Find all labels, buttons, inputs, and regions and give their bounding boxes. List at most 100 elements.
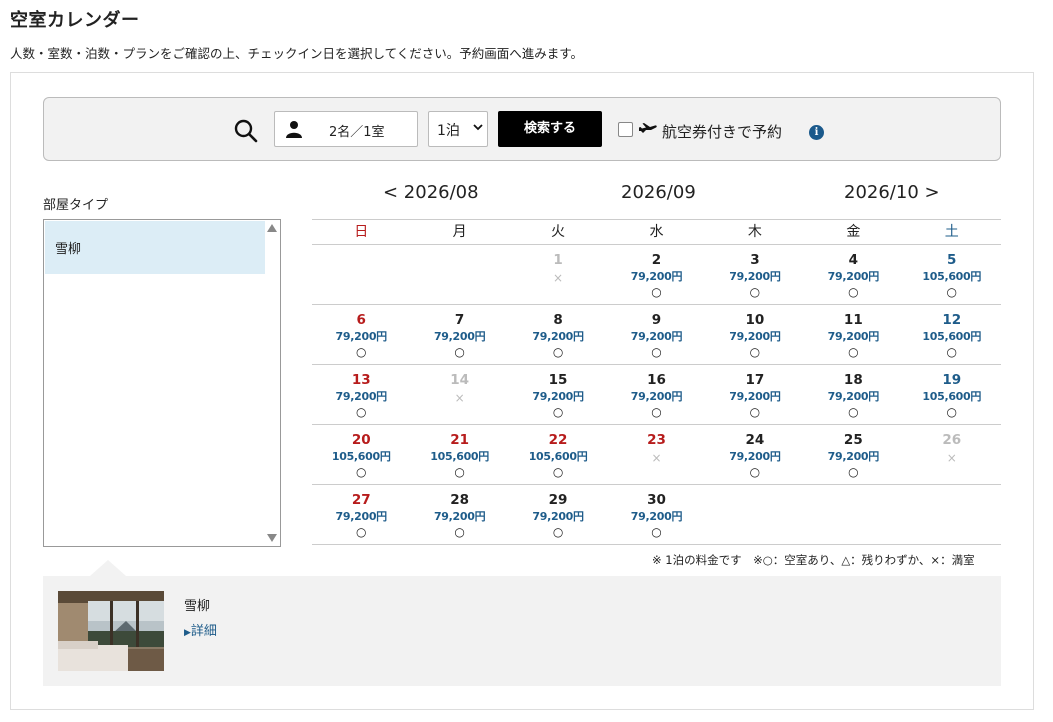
guests-rooms-selector[interactable]: 2名／1室	[274, 111, 418, 147]
calendar-day-cell[interactable]: 2 79,200円 ○	[607, 245, 705, 304]
weekday-mon: 月	[452, 224, 467, 240]
day-price: 79,200円	[630, 390, 683, 403]
day-price: 105,600円	[922, 390, 982, 403]
day-price: 79,200円	[335, 390, 388, 403]
day-number: 1	[553, 252, 563, 268]
day-price: 79,200円	[827, 270, 880, 283]
available-mark: ○	[651, 285, 662, 299]
weekday-tue: 火	[551, 224, 566, 240]
available-mark: ○	[651, 405, 662, 419]
flight-option-label[interactable]: 航空券付きで予約	[662, 121, 782, 142]
available-mark: ○	[355, 525, 367, 539]
sold-out-mark: ×	[651, 451, 662, 465]
calendar-day-cell[interactable]: 27 79,200円 ○	[312, 485, 410, 544]
day-number: 4	[848, 252, 859, 268]
available-mark: ○	[454, 525, 465, 539]
info-icon[interactable]: i	[809, 125, 824, 140]
day-number: 3	[750, 252, 760, 268]
calendar-day-cell	[903, 485, 1001, 544]
room-photo[interactable]	[58, 591, 164, 671]
day-number: 21	[450, 432, 470, 448]
day-number: 18	[843, 372, 863, 388]
search-button[interactable]: 検索する	[498, 111, 602, 147]
calendar-day-cell	[706, 485, 804, 544]
room-type-list[interactable]: 雪柳	[43, 219, 281, 547]
room-type-item[interactable]: 雪柳	[45, 221, 265, 274]
calendar-day-cell[interactable]: 11 79,200円 ○	[804, 305, 902, 364]
calendar-day-cell[interactable]: 15 79,200円 ○	[509, 365, 607, 424]
calendar-day-cell[interactable]: 6 79,200円 ○	[312, 305, 410, 364]
detail-room-name: 雪柳	[184, 599, 211, 614]
calendar-day-cell: 1 ×	[509, 245, 607, 304]
calendar-day-cell[interactable]: 30 79,200円 ○	[607, 485, 705, 544]
available-mark: ○	[651, 345, 662, 359]
next-month-link[interactable]: 2026/10 >	[844, 182, 940, 203]
calendar-day-cell[interactable]: 29 79,200円 ○	[509, 485, 607, 544]
calendar-day-cell[interactable]: 28 79,200円 ○	[410, 485, 508, 544]
calendar-day-cell[interactable]: 3 79,200円 ○	[706, 245, 804, 304]
day-number: 12	[942, 312, 962, 328]
calendar-day-cell[interactable]: 18 79,200円 ○	[804, 365, 902, 424]
calendar-day-cell	[804, 485, 902, 544]
day-price: 79,200円	[827, 450, 880, 463]
calendar-day-cell[interactable]: 16 79,200円 ○	[607, 365, 705, 424]
calendar-day-cell[interactable]: 9 79,200円 ○	[607, 305, 705, 364]
day-number: 8	[553, 312, 563, 328]
nights-select[interactable]: 1泊	[428, 111, 488, 147]
calendar-day-cell[interactable]: 19 105,600円 ○	[903, 365, 1001, 424]
weekday-fri: 金	[846, 224, 861, 240]
available-mark: ○	[749, 285, 761, 299]
day-price: 79,200円	[532, 390, 584, 403]
calendar-day-cell[interactable]: 7 79,200円 ○	[410, 305, 508, 364]
calendar-day-cell[interactable]: 4 79,200円 ○	[804, 245, 902, 304]
day-number: 10	[745, 312, 765, 328]
calendar-day-cell[interactable]: 5 105,600円 ○	[903, 245, 1001, 304]
current-month-label: 2026/09	[621, 182, 696, 203]
calendar-day-cell[interactable]: 10 79,200円 ○	[706, 305, 804, 364]
room-detail-link-label: 詳細	[190, 624, 217, 639]
calendar-day-cell[interactable]: 24 79,200円 ○	[706, 425, 804, 484]
prev-month-link[interactable]: < 2026/08	[383, 182, 479, 203]
day-price: 79,200円	[729, 450, 781, 463]
calendar-week-row: 13 79,200円 ○ 14 × 15 79,200円 ○ 16 79,200円 ○ 17 79,20…	[312, 365, 1001, 425]
day-price: 79,200円	[630, 330, 683, 343]
day-number: 14	[450, 372, 470, 388]
page-subtitle: 人数・室数・泊数・プランをご確認の上、チェックイン日を選択してください。予約画面…	[10, 46, 584, 61]
calendar-day-cell[interactable]: 22 105,600円 ○	[509, 425, 607, 484]
scroll-down-arrow-icon[interactable]	[267, 534, 277, 542]
available-mark: ○	[749, 465, 761, 479]
nights-value: 1泊	[437, 123, 460, 139]
chevron-down-icon	[473, 124, 483, 131]
calendar-day-cell[interactable]: 17 79,200円 ○	[706, 365, 804, 424]
search-icon[interactable]	[233, 118, 259, 144]
airplane-icon	[639, 123, 657, 133]
available-mark: ○	[552, 465, 564, 479]
day-number: 19	[942, 372, 962, 388]
available-mark: ○	[848, 345, 859, 359]
calendar-day-cell[interactable]: 25 79,200円 ○	[804, 425, 902, 484]
available-mark: ○	[946, 285, 957, 299]
available-mark: ○	[946, 405, 957, 419]
calendar-day-cell[interactable]: 8 79,200円 ○	[509, 305, 607, 364]
calendar-day-cell: 14 ×	[410, 365, 508, 424]
calendar-day-cell[interactable]: 21 105,600円 ○	[410, 425, 508, 484]
scroll-up-arrow-icon[interactable]	[267, 224, 277, 232]
sold-out-mark: ×	[553, 271, 564, 285]
calendar-day-cell[interactable]: 20 105,600円 ○	[312, 425, 410, 484]
day-number: 24	[745, 432, 765, 448]
calendar-week-row: 1 × 2 79,200円 ○ 3 79,200円 ○ 4 79,200円 ○ 5 105,600円 ○	[312, 245, 1001, 305]
day-price: 79,200円	[433, 330, 486, 343]
calendar-day-cell[interactable]: 12 105,600円 ○	[903, 305, 1001, 364]
calendar-day-cell	[312, 245, 410, 304]
calendar-day-cell[interactable]: 13 79,200円 ○	[312, 365, 410, 424]
weekday-sun: 日	[354, 224, 369, 240]
flight-checkbox[interactable]	[618, 122, 633, 137]
day-number: 26	[942, 432, 962, 448]
day-price: 79,200円	[827, 330, 880, 343]
room-detail-link[interactable]: ▶詳細	[184, 620, 217, 639]
available-mark: ○	[355, 405, 367, 419]
available-mark: ○	[454, 345, 465, 359]
day-number: 9	[651, 312, 662, 328]
day-number: 29	[548, 492, 568, 508]
available-mark: ○	[552, 405, 564, 419]
